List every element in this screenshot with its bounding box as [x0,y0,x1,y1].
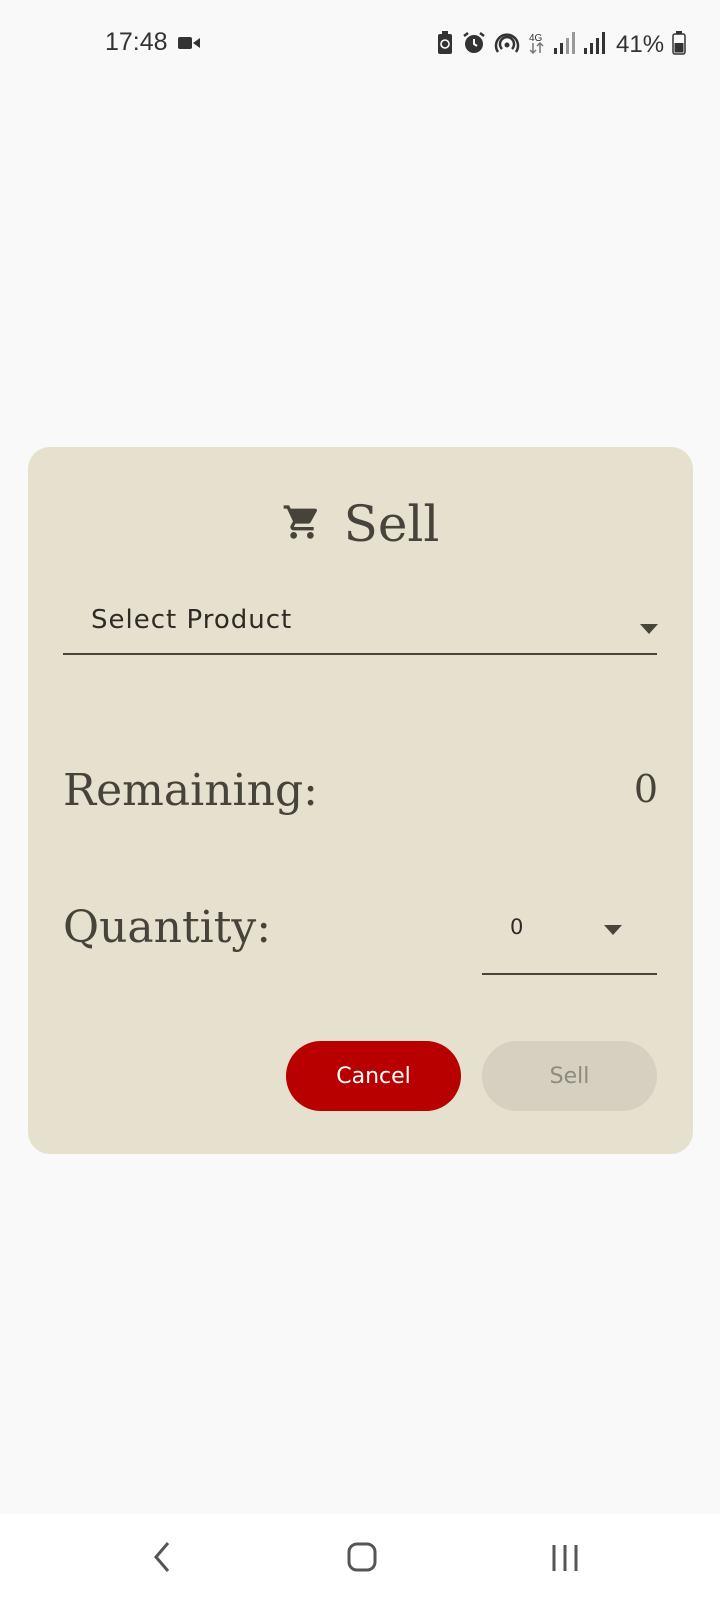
quantity-value: 0 [510,915,524,939]
battery-percent: 41% [616,31,665,58]
signal-icon [554,32,576,58]
video-camera-icon [178,35,200,55]
4g-icon: 4G [528,31,546,59]
cancel-button[interactable]: Cancel [286,1041,461,1111]
signal-icon [584,32,606,58]
home-icon[interactable] [346,1539,378,1575]
battery-saver-icon [436,31,454,59]
product-dropdown-placeholder: Select Product [91,605,293,635]
cart-icon [282,502,322,546]
chevron-down-icon [640,624,658,634]
navigation-bar [0,1514,720,1600]
hotspot-icon [494,31,520,59]
quantity-label: Quantity: [63,902,272,953]
product-dropdown[interactable]: Select Product [63,597,658,655]
status-bar: 17:48 4G 41% [0,0,720,88]
back-icon[interactable] [150,1539,174,1575]
alarm-icon [462,31,486,59]
quantity-dropdown[interactable]: 0 [482,895,657,975]
recents-icon[interactable] [550,1539,580,1575]
dialog-title-row: Sell [28,489,693,559]
dialog-title: Sell [343,495,440,553]
status-time: 17:48 [105,28,168,56]
remaining-label: Remaining: [63,765,318,816]
remaining-value: 0 [633,767,658,811]
sell-dialog: Sell Select Product Remaining: 0 Quantit… [28,447,693,1154]
sell-button[interactable]: Sell [482,1041,657,1111]
chevron-down-icon [604,925,622,935]
svg-text:4G: 4G [529,33,543,44]
battery-icon [672,31,686,59]
